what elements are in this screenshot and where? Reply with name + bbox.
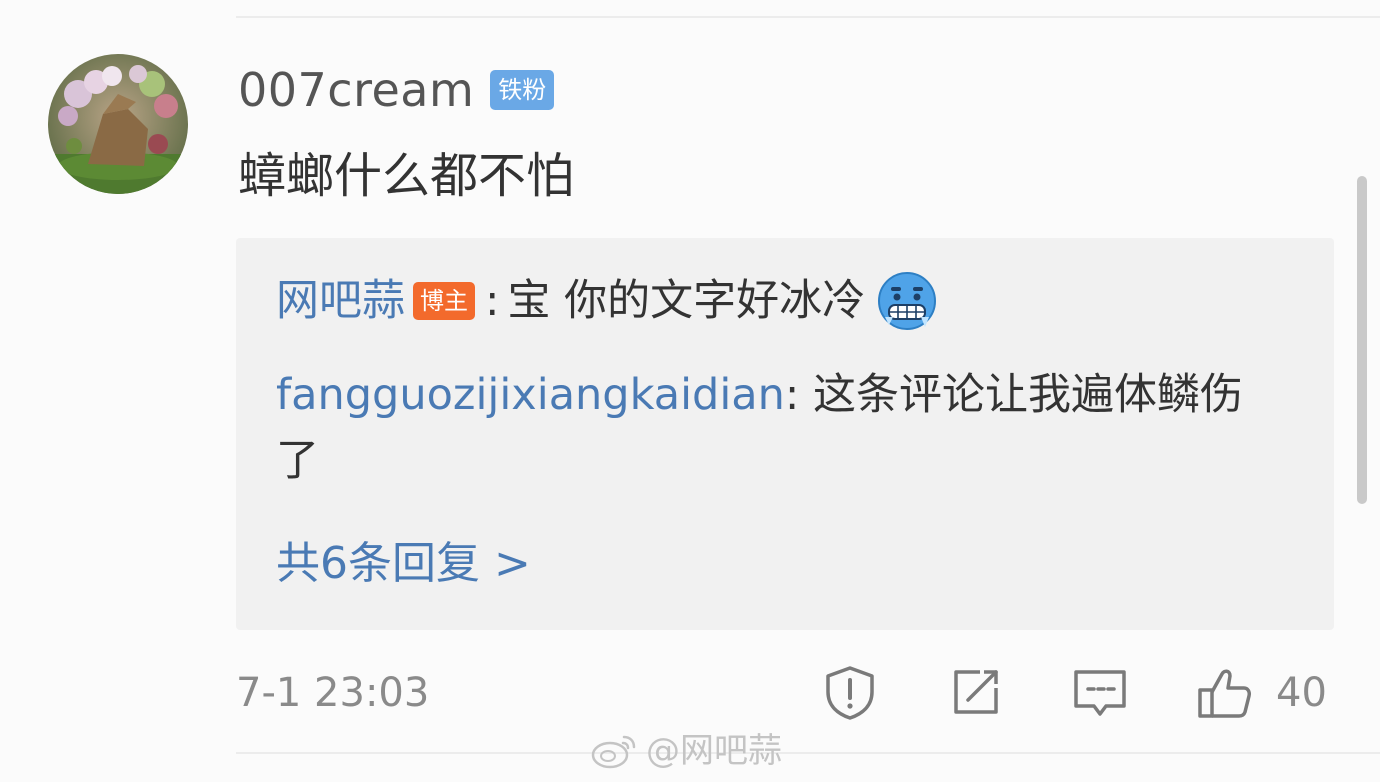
report-shield-icon[interactable] [820,662,880,722]
timestamp: 7-1 23:03 [236,670,430,716]
reply-separator: : [784,370,814,420]
reply-box[interactable]: 网吧蒜 博主 : 宝 你的文字好冰冷 fangguozijixiangkaidi… [236,238,1334,630]
weibo-logo-icon [590,731,638,771]
like-count: 40 [1276,670,1327,716]
reply-separator: : [485,276,500,326]
reply-text: 宝 你的文字好冰冷 [507,276,866,326]
scrollbar[interactable] [1357,176,1367,504]
fan-badge: 铁粉 [490,70,555,110]
username[interactable]: 007cream [238,63,474,117]
cold-face-emoji-icon [877,271,937,331]
thumbs-up-icon[interactable] [1194,662,1254,722]
reply-author[interactable]: fangguozijixiangkaidian [276,370,785,420]
comment-header: 007cream 铁粉 [238,62,555,118]
top-divider [236,16,1380,18]
watermark-handle: @网吧蒜 [646,731,782,771]
share-icon[interactable] [946,662,1006,722]
avatar[interactable] [48,54,188,194]
more-replies-link[interactable]: 共6条回复 > [276,534,531,594]
bottom-divider [236,752,1380,754]
comment-text: 蟑螂什么都不怕 [238,148,575,204]
reply-item[interactable]: fangguozijixiangkaidian: 这条评论让我遍体鳞伤了 [276,362,1286,494]
comment-screen: 007cream 铁粉 蟑螂什么都不怕 网吧蒜 博主 : 宝 你的文字好冰冷 f… [0,0,1380,782]
weibo-watermark: @网吧蒜 [590,730,782,772]
comment-bubble-icon[interactable] [1070,662,1130,722]
reply-author[interactable]: 网吧蒜 [276,268,405,334]
blogger-badge: 博主 [413,282,475,320]
reply-item[interactable]: 网吧蒜 博主 : 宝 你的文字好冰冷 [276,268,1286,334]
